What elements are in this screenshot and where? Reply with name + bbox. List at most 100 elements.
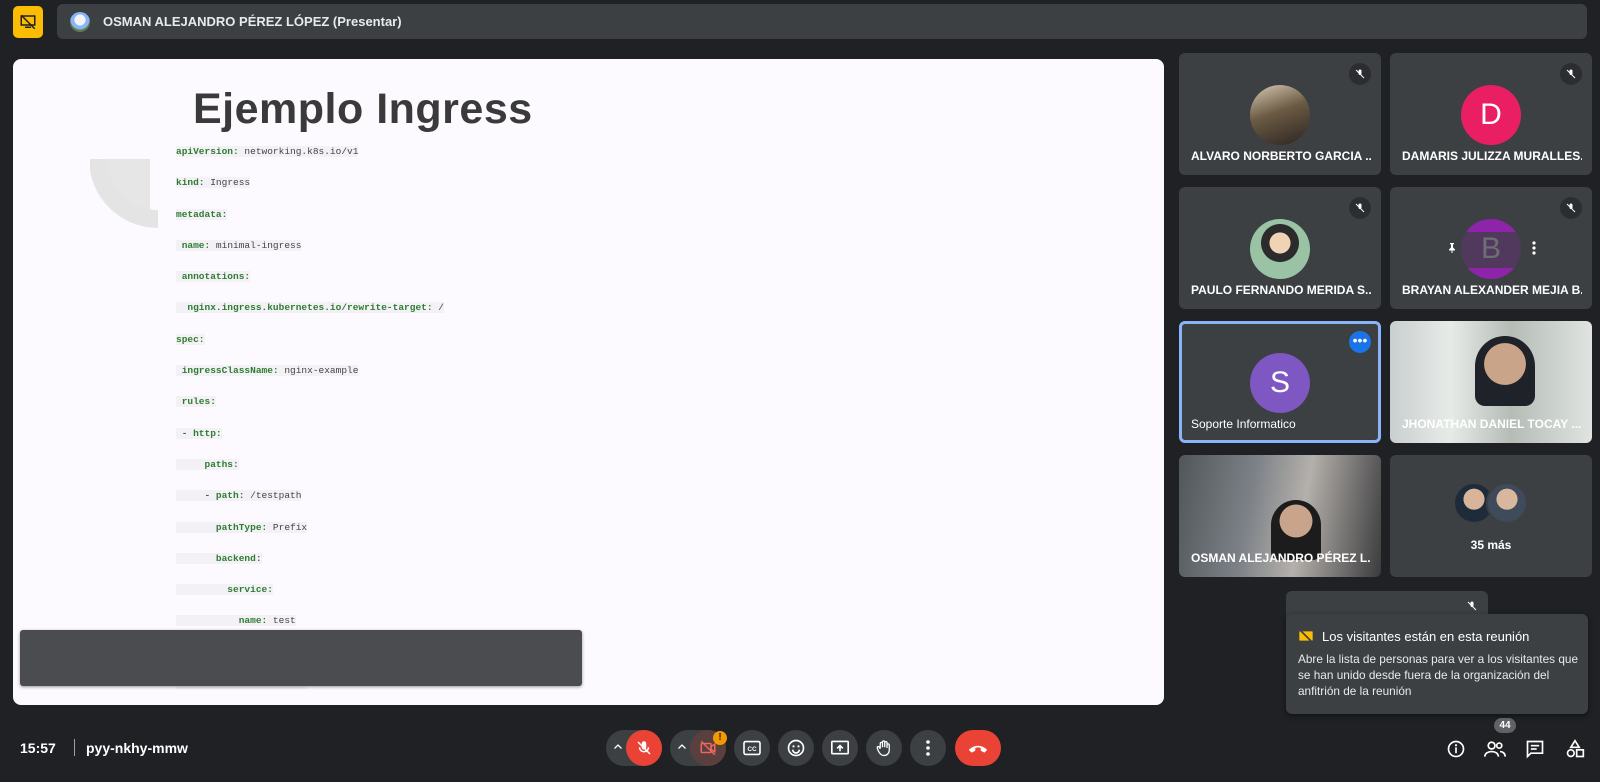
divider xyxy=(74,739,75,756)
mic-off-icon xyxy=(1349,197,1371,219)
more-participants-label: 35 más xyxy=(1470,538,1512,552)
hand-icon xyxy=(876,740,890,757)
more-participants-tile[interactable]: 35 más xyxy=(1390,455,1592,577)
participant-avatar: D xyxy=(1461,85,1521,145)
participant-tile[interactable]: OSMAN ALEJANDRO PÉREZ L... xyxy=(1179,455,1381,577)
code-key: spec: xyxy=(176,333,205,345)
participant-thumbnail xyxy=(1486,482,1528,524)
participant-name: ALVARO NORBERTO GARCIA ... xyxy=(1191,149,1371,163)
people-button[interactable] xyxy=(1483,738,1507,760)
closed-captions-icon: CC xyxy=(743,740,761,756)
more-options-button[interactable] xyxy=(910,730,946,766)
participant-name: DAMARIS JULIZZA MURALLES... xyxy=(1402,149,1582,163)
code-line: kind: Ingress xyxy=(176,177,444,208)
shared-presentation: Ejemplo Ingress apiVersion: networking.k… xyxy=(13,59,1164,705)
code-line: paths: xyxy=(176,458,444,490)
notice-body: Abre la lista de personas para ver a los… xyxy=(1298,652,1579,698)
code-value: Prefix xyxy=(267,521,308,533)
code-key: kind: xyxy=(176,177,205,189)
hang-up-icon xyxy=(968,745,988,753)
mic-off-icon xyxy=(1349,63,1371,85)
code-line: rules: xyxy=(176,396,444,427)
chat-button[interactable] xyxy=(1523,738,1547,760)
pin-icon[interactable] xyxy=(1446,241,1458,260)
participant-name: JHONATHAN DANIEL TOCAY ... xyxy=(1402,417,1582,431)
code-value: minimal-ingress xyxy=(210,239,302,251)
code-value: networking.k8s.io/v1 xyxy=(238,146,359,157)
code-line: annotations: xyxy=(176,271,444,302)
meeting-time: 15:57 xyxy=(20,740,56,756)
participant-photo xyxy=(1250,85,1310,145)
mic-options-chevron-icon[interactable] xyxy=(612,740,624,758)
code-line: service: xyxy=(176,584,444,615)
code-value: / xyxy=(432,302,444,314)
activities-button[interactable] xyxy=(1563,738,1587,760)
participant-tile[interactable]: ALVARO NORBERTO GARCIA ... xyxy=(1179,53,1381,175)
more-options-icon[interactable] xyxy=(1532,240,1536,260)
chat-icon xyxy=(1526,740,1544,759)
raise-hand-button[interactable] xyxy=(866,730,902,766)
code-key: annotations: xyxy=(176,271,251,283)
code-line: apiVersion: networking.k8s.io/v1 xyxy=(176,146,444,177)
presenter-banner-title: OSMAN ALEJANDRO PÉREZ LÓPEZ (Presentar) xyxy=(103,14,402,29)
participant-name: PAULO FERNANDO MERIDA S... xyxy=(1191,283,1371,297)
participant-tile[interactable]: S ••• Soporte Informatico xyxy=(1179,321,1381,443)
microphone-toggle-button[interactable] xyxy=(626,730,662,766)
code-key: nginx.ingress.kubernetes.io/rewrite-targ… xyxy=(176,302,433,314)
mic-off-icon xyxy=(637,741,651,755)
participant-tile[interactable]: PAULO FERNANDO MERIDA S... xyxy=(1179,187,1381,309)
reactions-button[interactable] xyxy=(778,730,814,766)
notice-title: Los visitantes están en esta reunión xyxy=(1322,629,1530,644)
participant-name: BRAYAN ALEXANDER MEJIA B... xyxy=(1402,283,1582,297)
present-screen-button[interactable] xyxy=(822,730,858,766)
more-vert-icon xyxy=(926,740,930,756)
mic-off-icon xyxy=(1560,63,1582,85)
slide-title: Ejemplo Ingress xyxy=(193,85,533,133)
participant-name: OSMAN ALEJANDRO PÉREZ L... xyxy=(1191,551,1371,565)
participant-tile[interactable]: D DAMARIS JULIZZA MURALLES... xyxy=(1390,53,1592,175)
participant-tile[interactable]: B BRAYAN ALEXANDER MEJIA B... xyxy=(1390,187,1592,309)
code-line: nginx.ingress.kubernetes.io/rewrite-targ… xyxy=(176,302,444,333)
code-key: backend: xyxy=(176,552,262,564)
code-line: - http: xyxy=(176,427,444,459)
code-line: metadata: xyxy=(176,208,444,240)
code-key: paths: xyxy=(176,458,239,470)
present-screen-icon xyxy=(831,740,849,755)
code-value: nginx-example xyxy=(278,365,359,377)
meeting-details-button[interactable] xyxy=(1444,738,1468,760)
camera-options-chevron-icon[interactable] xyxy=(676,740,688,758)
visitors-notice: Los visitantes están en esta reunión Abr… xyxy=(1286,614,1588,714)
code-key: pathType: xyxy=(176,521,268,533)
camera-warning-badge: ! xyxy=(713,731,727,745)
leave-call-button[interactable] xyxy=(955,730,1001,766)
code-key: name: xyxy=(176,615,268,627)
slide-code-block: apiVersion: networking.k8s.io/v1 kind: In… xyxy=(176,146,444,705)
presenter-banner: OSMAN ALEJANDRO PÉREZ LÓPEZ (Presentar) xyxy=(57,4,1587,39)
captions-button[interactable]: CC xyxy=(734,730,770,766)
code-key: rules: xyxy=(176,396,216,408)
svg-text:CC: CC xyxy=(747,746,757,753)
meeting-code: pyy-nkhy-mmw xyxy=(86,740,188,756)
people-icon xyxy=(1484,741,1506,757)
participant-tile[interactable]: JHONATHAN DANIEL TOCAY ... xyxy=(1390,321,1592,443)
code-key: apiVersion: xyxy=(176,146,239,157)
code-key: - path: xyxy=(176,490,245,502)
participant-video xyxy=(1475,336,1535,406)
visitor-warning-icon xyxy=(1298,628,1314,649)
code-key: metadata: xyxy=(176,208,228,220)
presenter-avatar xyxy=(70,11,90,32)
code-line: ingressClassName: nginx-example xyxy=(176,365,444,396)
emoji-icon xyxy=(787,739,805,757)
code-key: ingressClassName: xyxy=(176,365,279,377)
participant-avatar: S xyxy=(1250,353,1310,413)
code-line: backend: xyxy=(176,552,444,584)
presenting-indicator-icon[interactable] xyxy=(13,6,43,38)
code-value: /testpath xyxy=(244,490,302,502)
code-line: - path: /testpath xyxy=(176,490,444,521)
code-line: pathType: Prefix xyxy=(176,521,444,553)
participant-name: Soporte Informatico xyxy=(1191,417,1296,431)
more-options-icon[interactable]: ••• xyxy=(1349,331,1371,353)
code-line: name: minimal-ingress xyxy=(176,239,444,271)
code-key: - http: xyxy=(176,427,222,439)
captions-area xyxy=(20,630,582,686)
